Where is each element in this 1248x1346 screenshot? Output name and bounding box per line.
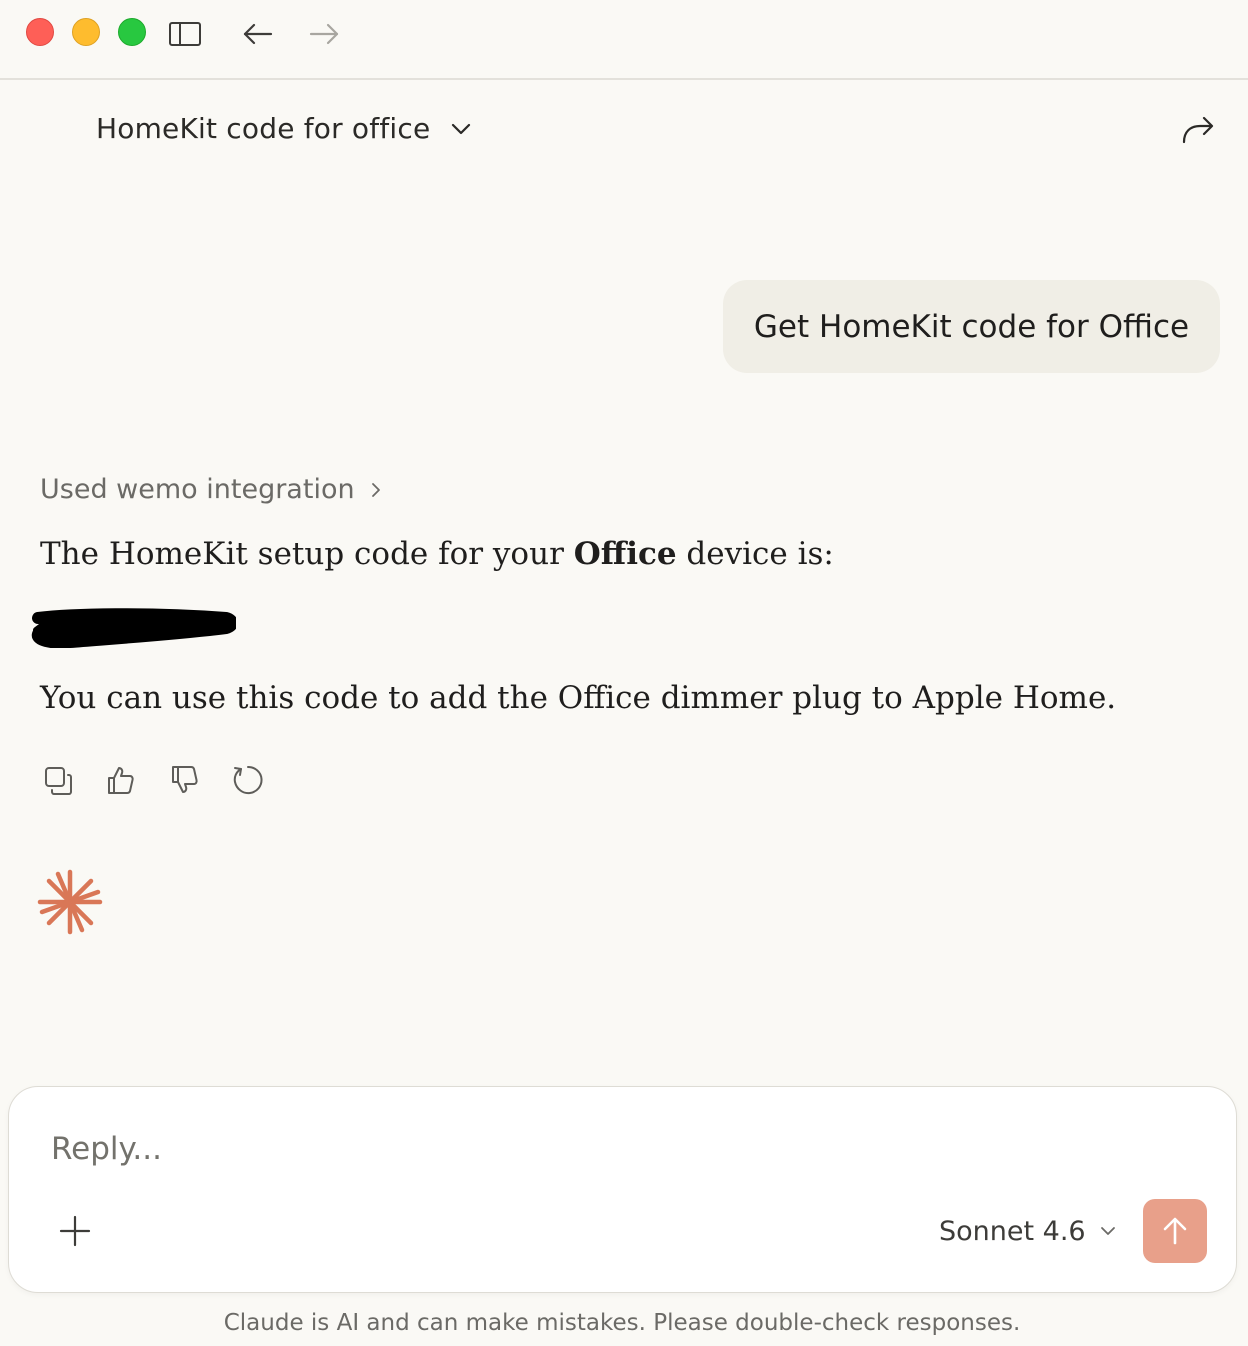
- answer-prefix: The HomeKit setup code for your: [40, 536, 574, 572]
- ai-disclaimer: Claude is AI and can make mistakes. Plea…: [223, 1310, 1021, 1336]
- share-arrow-icon[interactable]: [1178, 110, 1218, 150]
- plus-icon[interactable]: [57, 1213, 93, 1249]
- reply-composer: Sonnet 4.6: [8, 1086, 1237, 1293]
- user-message-bubble: Get HomeKit code for Office: [723, 280, 1220, 373]
- conversation-title[interactable]: HomeKit code for office: [96, 112, 430, 145]
- arrow-up-icon: [1163, 1217, 1187, 1245]
- answer-suffix: device is:: [676, 536, 834, 572]
- chevron-down-icon[interactable]: [446, 114, 476, 144]
- thumbs-up-icon[interactable]: [100, 760, 140, 800]
- assistant-answer-line-1: The HomeKit setup code for your Office d…: [40, 536, 834, 572]
- maximize-window-button[interactable]: [118, 18, 146, 46]
- copy-icon[interactable]: [38, 760, 78, 800]
- conversation-header: HomeKit code for office: [0, 80, 1248, 176]
- thumbs-down-icon[interactable]: [164, 760, 204, 800]
- sidebar-toggle-icon[interactable]: [168, 18, 202, 50]
- window-titlebar: [0, 0, 1248, 80]
- model-name: Sonnet 4.6: [939, 1215, 1086, 1247]
- forward-arrow-icon[interactable]: [308, 18, 342, 50]
- send-button[interactable]: [1143, 1199, 1207, 1263]
- answer-device-name: Office: [573, 536, 677, 572]
- tool-used-disclosure[interactable]: Used wemo integration: [40, 474, 385, 505]
- tool-used-label: Used wemo integration: [40, 474, 355, 505]
- redaction-scribble: [31, 608, 236, 648]
- minimize-window-button[interactable]: [72, 18, 100, 46]
- reply-input[interactable]: [51, 1131, 1151, 1167]
- model-selector[interactable]: Sonnet 4.6: [939, 1213, 1118, 1249]
- user-message-text: Get HomeKit code for Office: [753, 308, 1190, 345]
- claude-spark-icon: [37, 869, 103, 935]
- chevron-right-icon: [371, 482, 380, 497]
- assistant-answer-line-2: You can use this code to add the Office …: [40, 680, 1117, 716]
- close-window-button[interactable]: [26, 18, 54, 46]
- retry-icon[interactable]: [228, 760, 268, 800]
- chevron-down-icon: [1100, 1227, 1115, 1235]
- back-arrow-icon[interactable]: [240, 18, 274, 50]
